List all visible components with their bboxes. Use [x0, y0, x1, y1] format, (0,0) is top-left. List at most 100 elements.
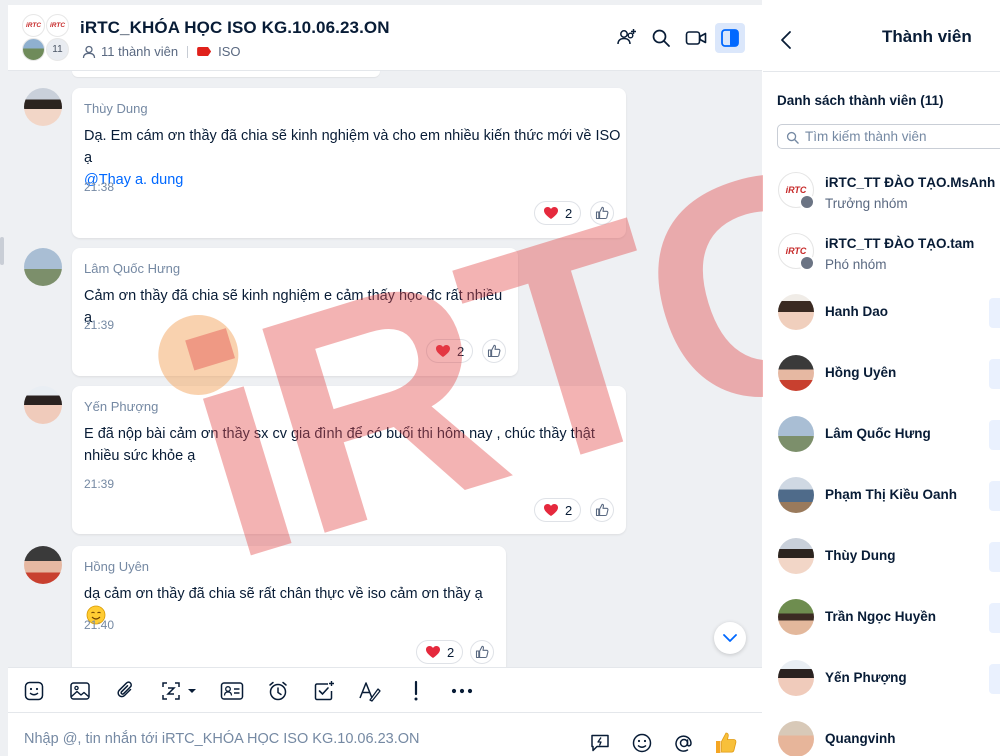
text-format-icon[interactable]	[356, 677, 384, 705]
reaction-pill[interactable]: 2	[416, 640, 464, 664]
member-item[interactable]: Phạm Thị Kiều Oanh	[763, 471, 1000, 521]
avatar	[778, 294, 814, 330]
more-options-icon[interactable]	[448, 677, 476, 705]
member-action-edge[interactable]	[989, 298, 1000, 328]
deputy-key-icon	[799, 255, 815, 271]
member-role: Phó nhóm	[825, 257, 887, 272]
members-panel: Thành viên Danh sách thành viên (11) Tìm…	[763, 0, 1000, 756]
emoji-icon[interactable]	[629, 730, 655, 756]
quick-message-icon[interactable]	[587, 730, 613, 756]
avatar[interactable]	[24, 546, 62, 584]
sender-name[interactable]: Yến Phượng	[84, 399, 158, 414]
member-item[interactable]: Hồng Uyên	[763, 349, 1000, 399]
avatar	[778, 599, 814, 635]
reminder-clock-icon[interactable]	[264, 677, 292, 705]
member-name: iRTC_TT ĐÀO TẠO.tam	[825, 236, 975, 251]
chat-title[interactable]: iRTC_KHÓA HỌC ISO KG.10.06.23.ON	[80, 18, 390, 38]
message-bubble[interactable]: Lâm Quốc Hưng Cảm ơn thầy đã chia sẽ kin…	[72, 248, 518, 376]
member-action-edge[interactable]	[989, 542, 1000, 572]
heart-icon	[544, 504, 558, 516]
members-panel-header: Thành viên	[763, 0, 1000, 72]
reaction-count: 2	[447, 644, 455, 660]
thumbs-up-icon	[595, 206, 609, 220]
like-button[interactable]	[590, 201, 614, 225]
previous-message-bubble	[72, 71, 380, 77]
member-action-edge[interactable]	[989, 481, 1000, 511]
sender-name[interactable]: Lâm Quốc Hưng	[84, 261, 180, 276]
avatar[interactable]	[24, 386, 62, 424]
message-body: dạ cảm ơn thầy đã chia sẽ rất chân thực …	[84, 586, 483, 602]
member-item[interactable]: iRTC iRTC_TT ĐÀO TẠO.MsAnh Trưởng nhóm	[763, 166, 1000, 216]
member-item[interactable]: Hanh Dao	[763, 288, 1000, 338]
member-action-edge[interactable]	[989, 359, 1000, 389]
member-name: Phạm Thị Kiều Oanh	[825, 487, 958, 502]
avatar[interactable]	[24, 88, 62, 126]
sender-name[interactable]: Hồng Uyên	[84, 559, 149, 574]
member-item[interactable]: Trần Ngọc Huyền	[763, 593, 1000, 643]
like-button[interactable]	[482, 339, 506, 363]
member-name: Thùy Dung	[825, 548, 896, 563]
add-member-icon[interactable]	[612, 23, 642, 53]
chat-pane: iRTC iRTC 11 iRTC_KHÓA HỌC ISO KG.10.06.…	[0, 0, 910, 756]
image-icon[interactable]	[66, 677, 94, 705]
screenshot-icon[interactable]	[158, 677, 202, 705]
divider	[187, 45, 189, 58]
thumbs-up-icon	[475, 645, 489, 659]
member-item[interactable]: iRTC iRTC_TT ĐÀO TẠO.tam Phó nhóm	[763, 227, 1000, 277]
urgent-icon[interactable]	[402, 677, 430, 705]
avatar[interactable]	[24, 248, 62, 286]
member-search-input[interactable]: Tìm kiếm thành viên	[777, 124, 1000, 149]
reaction-count: 2	[565, 502, 573, 518]
message-body: Dạ. Em cám ơn thầy đã chia sẽ kinh nghiệ…	[84, 128, 621, 166]
like-button[interactable]	[590, 498, 614, 522]
member-name: iRTC_TT ĐÀO TẠO.MsAnh	[825, 175, 996, 190]
back-icon[interactable]	[777, 28, 797, 52]
sticker-icon[interactable]	[20, 677, 48, 705]
message-time: 21:39	[84, 318, 115, 332]
composer: Nhập @, tin nhắn tới iRTC_KHÓA HỌC ISO K…	[8, 713, 762, 756]
video-call-icon[interactable]	[681, 23, 711, 53]
sender-name[interactable]: Thùy Dung	[84, 101, 148, 116]
member-name: Yến Phượng	[825, 670, 907, 685]
conversation-info-toggle-icon[interactable]	[715, 23, 745, 53]
search-icon[interactable]	[646, 23, 676, 53]
group-avatar[interactable]: iRTC iRTC 11	[22, 14, 72, 64]
member-count[interactable]: 11 thành viên	[101, 44, 178, 59]
send-like-icon[interactable]	[713, 730, 739, 756]
reaction-count: 2	[457, 343, 465, 359]
member-item[interactable]: Quangvinh	[763, 715, 1000, 756]
message-bubble[interactable]: Thùy Dung Dạ. Em cám ơn thầy đã chia sẽ …	[72, 88, 626, 238]
member-item[interactable]: Lâm Quốc Hưng	[763, 410, 1000, 460]
message-input[interactable]: Nhập @, tin nhắn tới iRTC_KHÓA HỌC ISO K…	[24, 731, 420, 747]
tag-icon	[197, 47, 212, 56]
member-name: Quangvinh	[825, 731, 896, 746]
thumbs-up-icon	[487, 344, 501, 358]
reaction-count: 2	[565, 205, 573, 221]
like-button[interactable]	[470, 640, 494, 664]
member-action-edge[interactable]	[989, 420, 1000, 450]
message-list[interactable]: Thùy Dung Dạ. Em cám ơn thầy đã chia sẽ …	[8, 71, 762, 667]
reaction-pill[interactable]: 2	[426, 339, 474, 363]
task-checklist-icon[interactable]	[310, 677, 338, 705]
chat-header: iRTC iRTC 11 iRTC_KHÓA HỌC ISO KG.10.06.…	[8, 5, 762, 71]
member-action-edge[interactable]	[989, 664, 1000, 694]
owner-key-icon	[799, 194, 815, 210]
reaction-pill[interactable]: 2	[534, 498, 582, 522]
message-bubble[interactable]: Hồng Uyên dạ cảm ơn thầy đã chia sẽ rất …	[72, 546, 506, 667]
search-icon	[786, 131, 799, 144]
member-name: Hanh Dao	[825, 304, 889, 319]
heart-icon	[544, 207, 558, 219]
member-name: Trần Ngọc Huyền	[825, 609, 937, 624]
member-item[interactable]: Yến Phượng	[763, 654, 1000, 704]
reaction-pill[interactable]: 2	[534, 201, 582, 225]
message-time: 21:40	[84, 618, 115, 632]
tag-label[interactable]: ISO	[218, 44, 240, 59]
member-action-edge[interactable]	[989, 603, 1000, 633]
attachment-icon[interactable]	[112, 677, 140, 705]
mention-icon[interactable]	[671, 730, 697, 756]
scroll-to-bottom-button[interactable]	[714, 622, 746, 654]
member-item[interactable]: Thùy Dung	[763, 532, 1000, 582]
contact-card-icon[interactable]	[218, 677, 246, 705]
avatar	[778, 355, 814, 391]
message-bubble[interactable]: Yến Phượng E đã nộp bài cảm ơn thầy sx c…	[72, 386, 626, 534]
